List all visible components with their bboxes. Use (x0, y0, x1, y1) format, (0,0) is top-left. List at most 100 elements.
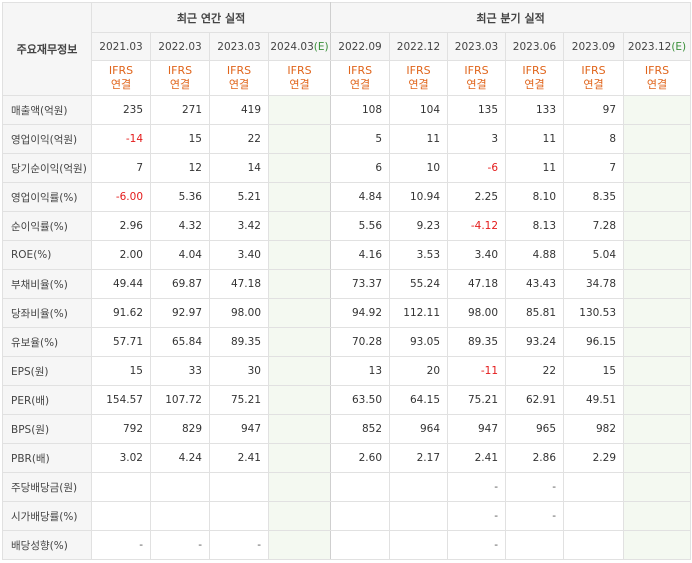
value-cell (623, 472, 692, 502)
value-cell: 7.28 (563, 211, 625, 241)
value-cell (623, 530, 692, 560)
value-cell: 2.60 (330, 443, 391, 473)
table-row: BPS(원) 792 829 947 852 964 947 965 982 (2, 414, 692, 444)
row-label: 순이익률(%) (2, 211, 92, 241)
value-cell: - (447, 501, 507, 531)
consolidation-label: 연결 (408, 78, 429, 91)
ifrs-label: IFRS (287, 64, 312, 77)
value-cell: - (447, 530, 507, 560)
row-label: 당좌비율(%) (2, 298, 92, 328)
value-cell: 98.00 (447, 298, 507, 328)
value-cell: 8 (563, 124, 625, 154)
value-cell: 8.10 (505, 182, 565, 212)
value-cell: 93.24 (505, 327, 565, 357)
value-cell: 98.00 (209, 298, 269, 328)
value-cell: 271 (150, 95, 210, 125)
value-cell: 107.72 (150, 385, 210, 415)
value-cell: 89.35 (447, 327, 507, 357)
value-cell: 13 (330, 356, 391, 386)
value-cell (563, 501, 625, 531)
period-header: 2022.03 (150, 32, 210, 61)
value-cell (623, 327, 692, 357)
value-cell: 96.15 (563, 327, 625, 357)
value-cell: 3.40 (209, 240, 269, 270)
value-cell: 2.96 (91, 211, 151, 241)
table-row: 유보율(%) 57.71 65.84 89.35 70.28 93.05 89.35 93.2… (2, 327, 692, 357)
consolidation-label: 연결 (583, 78, 604, 91)
value-cell (267, 124, 332, 154)
period-label: 2023.03 (217, 40, 261, 53)
value-cell (330, 501, 391, 531)
accounting-basis-cell: IFRS 연결 (330, 60, 391, 96)
value-cell (623, 95, 692, 125)
consolidation-label: 연결 (466, 78, 487, 91)
table-row: 당좌비율(%) 91.62 92.97 98.00 94.92 112.11 98.00 85… (2, 298, 692, 328)
value-cell: 3 (447, 124, 507, 154)
value-cell: 5.56 (330, 211, 391, 241)
value-cell (563, 472, 625, 502)
ifrs-label: IFRS (464, 64, 489, 77)
value-cell: 14 (209, 153, 269, 183)
value-cell: 85.81 (505, 298, 565, 328)
value-cell: 7 (563, 153, 625, 183)
value-cell: 93.05 (389, 327, 449, 357)
value-cell: 89.35 (209, 327, 269, 357)
value-cell (623, 153, 692, 183)
value-cell: 419 (209, 95, 269, 125)
value-cell (623, 414, 692, 444)
value-cell (267, 211, 332, 241)
value-cell: 2.29 (563, 443, 625, 473)
period-header: 2023.06 (505, 32, 565, 61)
value-cell (267, 356, 332, 386)
value-cell (623, 211, 692, 241)
period-header-row: 2021.03 2022.03 2023.03 2024.03(E) 2022.09 20… (3, 32, 692, 61)
value-cell: 92.97 (150, 298, 210, 328)
value-cell (267, 95, 332, 125)
period-label: 2023.09 (571, 40, 616, 53)
period-header: 2021.03 (91, 32, 151, 61)
value-cell: 69.87 (150, 269, 210, 299)
row-label: 유보율(%) (2, 327, 92, 357)
value-cell: 49.44 (91, 269, 151, 299)
value-cell: 154.57 (91, 385, 151, 415)
value-cell: 4.32 (150, 211, 210, 241)
period-label: 2023.06 (512, 40, 557, 53)
value-cell: 2.25 (447, 182, 507, 212)
value-cell: 73.37 (330, 269, 391, 299)
value-cell: 133 (505, 95, 565, 125)
period-label: 2023.12 (627, 40, 672, 53)
row-label: 시가배당률(%) (2, 501, 92, 531)
value-cell: -6 (447, 153, 507, 183)
value-cell: 4.04 (150, 240, 210, 270)
value-cell: 4.88 (505, 240, 565, 270)
value-cell (267, 153, 332, 183)
table-row: 순이익률(%) 2.96 4.32 3.42 5.56 9.23 -4.12 8.13 7.28 (2, 211, 692, 241)
consolidation-label: 연결 (228, 78, 250, 91)
consolidation-label: 연결 (524, 78, 545, 91)
table-row: PBR(배) 3.02 4.24 2.41 2.60 2.17 2.41 2.86 2.29 (2, 443, 692, 473)
accounting-basis-cell: IFRS 연결 (563, 60, 625, 96)
value-cell: 4.24 (150, 443, 210, 473)
row-label: EPS(원) (2, 356, 92, 386)
value-cell: - (209, 530, 269, 560)
annual-results-title: 최근 연간 실적 (90, 2, 332, 33)
value-cell (209, 501, 269, 531)
accounting-basis-cell: IFRS 연결 (623, 60, 692, 96)
value-cell (623, 240, 692, 270)
value-cell: 75.21 (209, 385, 269, 415)
accounting-basis-cell: IFRS 연결 (447, 60, 507, 96)
value-cell: 91.62 (91, 298, 151, 328)
table-row: PER(배) 154.57 107.72 75.21 63.50 64.15 75.21 62… (2, 385, 692, 415)
value-cell (389, 472, 449, 502)
value-cell: 64.15 (389, 385, 449, 415)
value-cell: - (150, 530, 210, 560)
period-label: 2022.03 (158, 40, 202, 53)
value-cell: 15 (91, 356, 151, 386)
value-cell: 9.23 (389, 211, 449, 241)
ifrs-label: IFRS (167, 64, 193, 77)
value-cell (623, 356, 692, 386)
estimate-mark: (E) (313, 40, 329, 53)
value-cell: -11 (447, 356, 507, 386)
table-row: 매출액(억원) 235 271 419 108 104 135 133 97 (2, 95, 692, 125)
table-row: 부채비율(%) 49.44 69.87 47.18 73.37 55.24 47.18 43.… (2, 269, 692, 299)
